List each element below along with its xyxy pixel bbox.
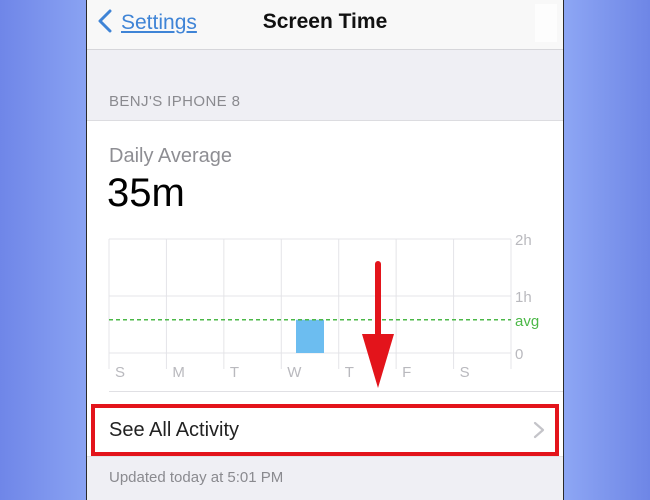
page-title: Screen Time xyxy=(262,10,388,33)
updated-timestamp: Updated today at 5:01 PM xyxy=(87,456,563,500)
see-all-activity-label: See All Activity xyxy=(109,418,240,441)
screen-time-card: Daily Average 35m 0 1h 2h S M T W T F Savg See Al… xyxy=(87,120,563,500)
phone-screen: Settings Screen Time BENJ'S IPHONE 8 Dai… xyxy=(86,0,564,500)
device-section-header: BENJ'S IPHONE 8 xyxy=(109,93,241,110)
chart-category-label: S xyxy=(115,364,125,381)
navigation-bar: Settings Screen Time xyxy=(87,0,563,50)
chart-category-label: T xyxy=(345,364,354,381)
corner-overlay xyxy=(535,4,557,42)
chart-average-label: avg xyxy=(515,313,539,330)
usage-bar-chart[interactable]: 0 1h 2h S M T W T F Savg xyxy=(87,121,564,391)
chart-category-label: F xyxy=(402,364,411,381)
chart-category-label: M xyxy=(172,364,185,381)
chart-category-label: W xyxy=(287,364,302,381)
chart-category-label: T xyxy=(230,364,239,381)
chart-tick-label: 1h xyxy=(515,289,532,306)
chart-bar[interactable] xyxy=(296,319,324,353)
see-all-activity-row[interactable]: See All Activity xyxy=(93,404,559,456)
chart-category-label: S xyxy=(460,364,470,381)
row-divider xyxy=(109,391,563,392)
chart-tick-label: 0 xyxy=(515,346,523,363)
chevron-right-icon xyxy=(533,421,545,439)
chart-tick-label: 2h xyxy=(515,232,532,249)
